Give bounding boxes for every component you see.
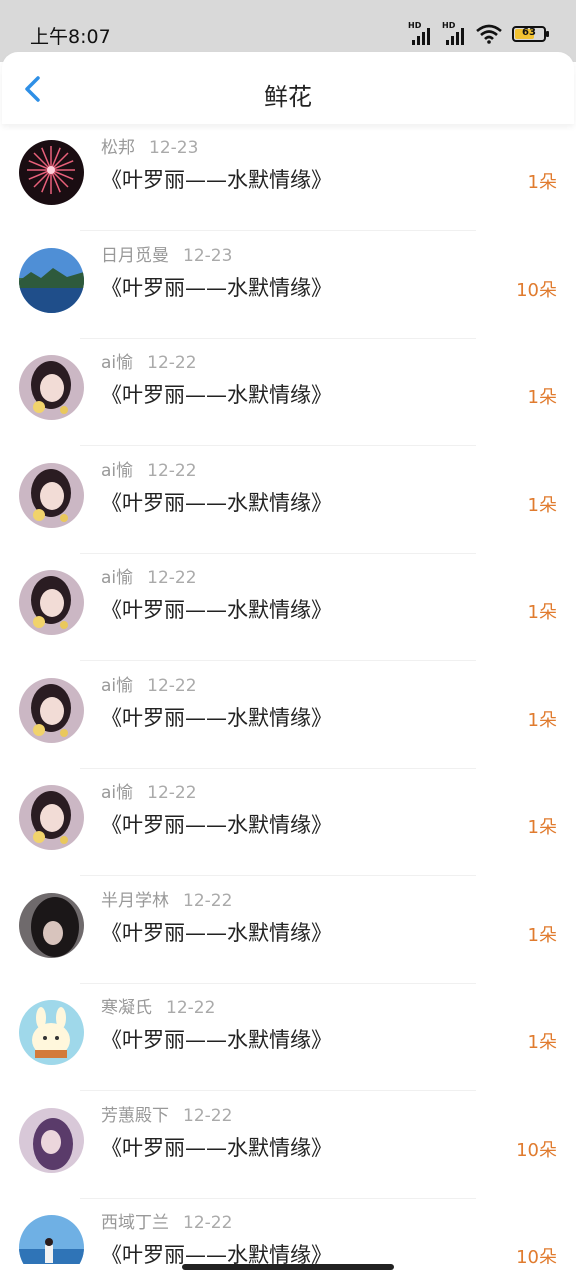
send-date: 12-23 xyxy=(183,245,233,266)
avatar[interactable] xyxy=(19,1215,84,1264)
avatar[interactable] xyxy=(19,892,84,958)
sender-meta: ai愉 12-22 xyxy=(101,671,197,696)
avatar[interactable] xyxy=(19,785,84,850)
list-item[interactable]: ai愉 12-22 《叶罗丽——水默情缘》 1朵 xyxy=(0,769,576,876)
avatar[interactable] xyxy=(19,462,84,528)
book-title[interactable]: 《叶罗丽——水默情缘》 xyxy=(101,379,332,409)
book-title[interactable]: 《叶罗丽——水默情缘》 xyxy=(101,1024,332,1054)
book-title[interactable]: 《叶罗丽——水默情缘》 xyxy=(101,487,332,517)
sender-name[interactable]: ai愉 xyxy=(101,568,133,588)
book-title[interactable]: 《叶罗丽——水默情缘》 xyxy=(101,272,332,302)
sender-meta: 半月学林 12-22 xyxy=(101,886,232,911)
avatar[interactable] xyxy=(19,677,84,743)
page-title: 鲜花 xyxy=(264,83,312,111)
book-title[interactable]: 《叶罗丽——水默情缘》 xyxy=(101,1132,332,1162)
flower-count: 10朵 xyxy=(516,279,557,301)
list-item[interactable]: 日月觅曼 12-23 《叶罗丽——水默情缘》 10朵 xyxy=(0,232,576,339)
flower-count: 1朵 xyxy=(527,602,557,623)
sender-meta: 芳蕙殿下 12-22 xyxy=(101,1101,232,1126)
sender-name[interactable]: 芳蕙殿下 xyxy=(101,1106,169,1126)
send-date: 12-22 xyxy=(183,1105,233,1126)
send-date: 12-22 xyxy=(183,890,233,911)
book-title[interactable]: 《叶罗丽——水默情缘》 xyxy=(101,917,332,947)
sender-meta: 寒凝氏 12-22 xyxy=(101,993,215,1018)
list-item[interactable]: 松邦 12-23 《叶罗丽——水默情缘》 1朵 xyxy=(0,124,576,231)
send-date: 12-22 xyxy=(147,783,197,803)
book-title[interactable]: 《叶罗丽——水默情缘》 xyxy=(101,164,332,194)
send-date: 12-23 xyxy=(149,138,199,158)
flower-count: 1朵 xyxy=(527,172,557,193)
wifi-icon xyxy=(476,24,502,44)
sender-meta: ai愉 12-22 xyxy=(101,778,197,803)
sender-name[interactable]: 松邦 xyxy=(101,138,135,158)
flower-count: 1朵 xyxy=(527,709,557,731)
flower-list[interactable]: 松邦 12-23 《叶罗丽——水默情缘》 1朵 日月觅曼 12-23 《叶罗丽——水默情缘》… xyxy=(0,124,576,1264)
send-date: 12-22 xyxy=(183,1213,233,1233)
list-item[interactable]: ai愉 12-22 《叶罗丽——水默情缘》 1朵 xyxy=(0,447,576,554)
avatar[interactable] xyxy=(19,1000,84,1065)
send-date: 12-22 xyxy=(147,568,197,588)
flower-count: 1朵 xyxy=(527,817,557,838)
signal-icon: HD xyxy=(442,21,470,45)
status-icons: HD HD 63 xyxy=(408,21,549,46)
sender-meta: 日月觅曼 12-23 xyxy=(101,241,232,266)
flower-count: 10朵 xyxy=(516,1247,557,1264)
book-title[interactable]: 《叶罗丽——水默情缘》 xyxy=(101,1239,332,1264)
status-time: 上午8:07 xyxy=(30,26,111,48)
flower-count: 1朵 xyxy=(527,494,557,516)
send-date: 12-22 xyxy=(147,353,197,373)
avatar[interactable] xyxy=(19,247,84,313)
book-title[interactable]: 《叶罗丽——水默情缘》 xyxy=(101,702,332,732)
sender-meta: ai愉 12-22 xyxy=(101,348,197,373)
avatar[interactable] xyxy=(19,140,84,205)
book-title[interactable]: 《叶罗丽——水默情缘》 xyxy=(101,594,332,624)
sender-name[interactable]: 日月觅曼 xyxy=(101,246,169,266)
nav-header: 鲜花 xyxy=(2,52,574,124)
flower-count: 1朵 xyxy=(527,387,557,408)
send-date: 12-22 xyxy=(147,675,197,696)
sender-name[interactable]: ai愉 xyxy=(101,676,133,696)
sender-meta: 松邦 12-23 xyxy=(101,133,198,158)
sender-name[interactable]: ai愉 xyxy=(101,461,133,481)
send-date: 12-22 xyxy=(166,998,216,1018)
list-item[interactable]: ai愉 12-22 《叶罗丽——水默情缘》 1朵 xyxy=(0,554,576,661)
book-title[interactable]: 《叶罗丽——水默情缘》 xyxy=(101,809,332,839)
sender-meta: 西域丁兰 12-22 xyxy=(101,1208,232,1233)
sender-meta: ai愉 12-22 xyxy=(101,563,197,588)
flower-count: 10朵 xyxy=(516,1139,557,1161)
sender-name[interactable]: ai愉 xyxy=(101,353,133,373)
home-indicator[interactable] xyxy=(182,1264,394,1270)
battery-icon: 63 xyxy=(512,26,549,42)
list-item[interactable]: 寒凝氏 12-22 《叶罗丽——水默情缘》 1朵 xyxy=(0,984,576,1091)
signal-icon: HD xyxy=(408,21,436,45)
sender-meta: ai愉 12-22 xyxy=(101,456,197,481)
sender-name[interactable]: ai愉 xyxy=(101,783,133,803)
avatar[interactable] xyxy=(19,1107,84,1173)
sender-name[interactable]: 寒凝氏 xyxy=(101,998,152,1018)
send-date: 12-22 xyxy=(147,460,197,481)
sender-name[interactable]: 半月学林 xyxy=(101,891,169,911)
list-item[interactable]: 芳蕙殿下 12-22 《叶罗丽——水默情缘》 10朵 xyxy=(0,1092,576,1199)
sender-name[interactable]: 西域丁兰 xyxy=(101,1213,169,1233)
avatar[interactable] xyxy=(19,355,84,420)
list-item[interactable]: ai愉 12-22 《叶罗丽——水默情缘》 1朵 xyxy=(0,339,576,446)
list-item[interactable]: 半月学林 12-22 《叶罗丽——水默情缘》 1朵 xyxy=(0,877,576,984)
avatar[interactable] xyxy=(19,570,84,635)
list-item[interactable]: 西域丁兰 12-22 《叶罗丽——水默情缘》 10朵 xyxy=(0,1199,576,1264)
list-item[interactable]: ai愉 12-22 《叶罗丽——水默情缘》 1朵 xyxy=(0,662,576,769)
flower-count: 1朵 xyxy=(527,924,557,946)
flower-count: 1朵 xyxy=(527,1032,557,1053)
